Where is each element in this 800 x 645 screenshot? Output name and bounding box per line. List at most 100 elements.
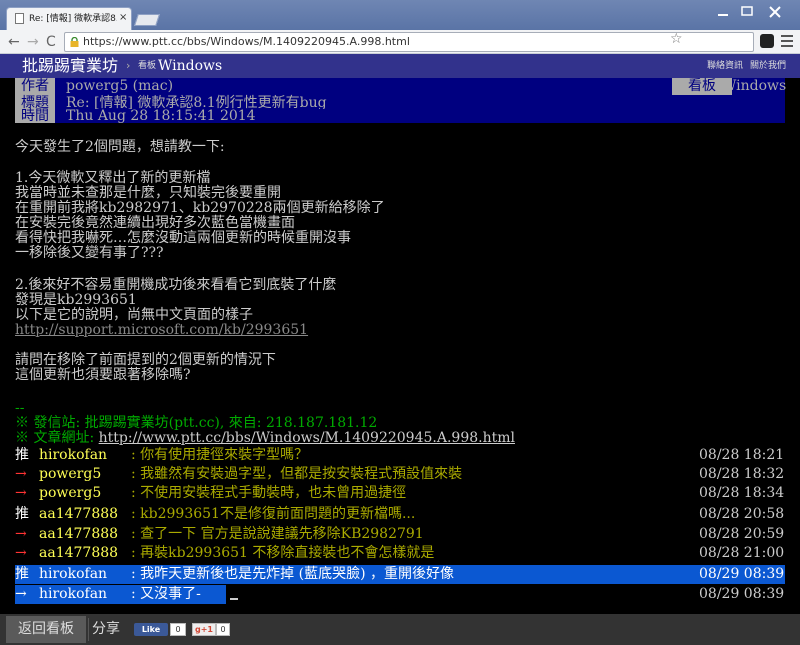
top-bar: 批踢踢實業坊 › 看板 Windows 聯絡資訊 關於我們 (0, 54, 800, 78)
push-row: → hirokofan : 又沒事了- 08/29 08:39 (15, 585, 785, 604)
push-time: 08/28 18:32 (699, 466, 785, 482)
board-tag: 看板 (138, 61, 157, 71)
extension-icon[interactable] (760, 34, 774, 48)
push-time: 08/29 08:39 (699, 586, 785, 602)
push-user: hirokofan (39, 447, 108, 463)
browser-toolbar: ← → C https://www.ptt.cc/bbs/Windows/M.1… (0, 30, 800, 54)
push-tag: → (15, 545, 27, 561)
share-label: 分享 (92, 621, 120, 637)
push-user: aa1477888 (39, 526, 119, 542)
meta-author-row: 作者 powerg5 (mac) 看板 Windows (15, 78, 787, 95)
article-line: 一移除後又變有事了??? (15, 245, 164, 261)
menu-icon[interactable] (781, 35, 793, 47)
article-url-line: ※ 文章網址: http://www.ptt.cc/bbs/Windows/M.… (15, 431, 515, 446)
author-value: powerg5 (mac) (66, 78, 174, 94)
time-label: 時間 (15, 109, 55, 123)
board-link[interactable]: Windows (158, 54, 222, 78)
board-value: Windows (722, 78, 787, 94)
article-link[interactable]: http://support.microsoft.com/kb/2993651 (15, 323, 308, 338)
article-line: 以下是它的說明，尚無中文頁面的樣子 (15, 307, 253, 323)
push-time: 08/28 20:58 (699, 506, 785, 522)
facebook-like-count: 0 (170, 623, 186, 636)
minimize-button[interactable] (712, 6, 734, 20)
close-window-button[interactable] (769, 6, 781, 18)
push-comment: : kb2993651不是修復前面問題的更新檔嗎... (131, 506, 416, 522)
time-value: Thu Aug 28 18:15:41 2014 (66, 108, 256, 124)
push-row: → powerg5 : 我雖然有安裝過字型，但都是按安裝程式預設值來裝 08/2… (15, 465, 785, 484)
lock-icon (70, 37, 79, 47)
push-user: hirokofan (39, 566, 108, 582)
article-line: 看得快把我嚇死…怎麼沒動這兩個更新的時候重開沒事 (15, 230, 351, 246)
push-user: hirokofan (39, 586, 108, 602)
push-user: aa1477888 (39, 506, 119, 522)
article-line: 請問在移除了前面提到的2個更新的情況下 (15, 352, 276, 368)
page-content: 批踢踢實業坊 › 看板 Windows 聯絡資訊 關於我們 作者 powerg5… (0, 54, 800, 645)
push-tag: → (15, 586, 27, 602)
meta-time-row: 時間 Thu Aug 28 18:15:41 2014 (15, 109, 785, 123)
window-controls (712, 6, 781, 20)
article-line: 這個更新也須要跟著移除嗎? (15, 367, 191, 383)
article-line: 在重開前我將kb2982971、kb2970228兩個更新給移除了 (15, 200, 385, 216)
article-line: 1.今天微軟又釋出了新的更新檔 (15, 170, 211, 186)
article-line: 發現是kb2993651 (15, 292, 137, 308)
tab-title: Re: [情報] 微軟承認8.1例 (29, 14, 117, 24)
push-tag: 推 (15, 447, 29, 463)
divider (88, 618, 89, 641)
article-url-prefix: ※ 文章網址: (15, 430, 99, 446)
maximize-button[interactable] (741, 6, 753, 16)
new-tab-button[interactable] (134, 14, 160, 26)
push-tag: 推 (15, 506, 29, 522)
push-row: → powerg5 : 不使用安裝程式手動裝時，也未曾用過捷徑 08/28 18… (15, 484, 785, 503)
bottom-bar: 返回看板 分享 Like 0 g+1 0 (0, 614, 800, 645)
push-comment: : 查了一下 官方是說說建議先移除KB2982791 (131, 526, 424, 542)
push-tag: 推 (15, 566, 29, 582)
push-comment: : 我雖然有安裝過字型，但都是按安裝程式預設值來裝 (131, 466, 463, 482)
article-line: 我當時並未查那是什麼，只知裝完後要重開 (15, 185, 281, 201)
forward-icon[interactable]: → (27, 34, 39, 50)
push-row: 推 aa1477888 : kb2993651不是修復前面問題的更新檔嗎... … (15, 505, 785, 524)
address-bar[interactable]: https://www.ptt.cc/bbs/Windows/M.1409220… (64, 32, 754, 52)
text-cursor (227, 585, 238, 604)
push-comment: : 我昨天更新後也是先炸掉 (藍底哭臉) ，重開後好像 (131, 566, 454, 582)
push-comment: : 再裝kb2993651 不移除直接裝也不會怎樣就是 (131, 545, 435, 561)
author-label: 作者 (15, 78, 55, 95)
push-comment: : 你有使用捷徑來裝字型嗎？ (131, 447, 309, 463)
push-time: 08/28 18:34 (699, 485, 785, 501)
about-link[interactable]: 關於我們 (750, 54, 786, 78)
push-time: 08/28 21:00 (699, 545, 785, 561)
reload-icon[interactable]: C (46, 34, 56, 50)
breadcrumb-arrow-icon: › (126, 59, 131, 72)
tab-close-icon[interactable]: × (119, 11, 127, 25)
google-plus-button[interactable]: g+1 (192, 623, 216, 636)
back-to-board-button[interactable]: 返回看板 (6, 616, 86, 643)
push-user: aa1477888 (39, 545, 119, 561)
contact-link[interactable]: 聯絡資訊 (707, 54, 743, 78)
page-icon (15, 13, 24, 24)
site-home-link[interactable]: 批踢踢實業坊 (22, 54, 118, 78)
article-url-link[interactable]: http://www.ptt.cc/bbs/Windows/M.14092209… (99, 430, 515, 446)
browser-tab[interactable]: Re: [情報] 微軟承認8.1例 × (6, 7, 132, 30)
article-line: 2.後來好不容易重開機成功後來看看它到底裝了什麼 (15, 277, 337, 293)
article-line: 在安裝完後竟然連續出現好多次藍色當機畫面 (15, 215, 295, 231)
push-row: 推 hirokofan : 你有使用捷徑來裝字型嗎？ 08/28 18:21 (15, 446, 785, 465)
back-icon[interactable]: ← (8, 34, 20, 50)
push-tag: → (15, 485, 27, 501)
signature-separator: -- (15, 400, 25, 416)
origin-line: ※ 發信站: 批踢踢實業坊(ptt.cc), 來自: 218.187.181.1… (15, 415, 378, 431)
push-row: → aa1477888 : 再裝kb2993651 不移除直接裝也不會怎樣就是 … (15, 544, 785, 563)
push-time: 08/28 18:21 (699, 447, 785, 463)
push-time: 08/28 20:59 (699, 526, 785, 542)
facebook-like-button[interactable]: Like (134, 623, 168, 636)
push-comment: : 不使用安裝程式手動裝時，也未曾用過捷徑 (131, 485, 407, 501)
push-user: powerg5 (39, 466, 102, 482)
push-row-selected: 推 hirokofan : 我昨天更新後也是先炸掉 (藍底哭臉) ，重開後好像 … (15, 565, 785, 584)
google-plus-count: 0 (216, 623, 230, 636)
bookmark-star-icon[interactable]: ☆ (670, 30, 683, 48)
push-comment: : 又沒事了- (131, 586, 201, 602)
push-tag: → (15, 466, 27, 482)
push-row: → aa1477888 : 查了一下 官方是說說建議先移除KB2982791 0… (15, 525, 785, 544)
tab-strip: Re: [情報] 微軟承認8.1例 × (0, 0, 800, 30)
push-time: 08/29 08:39 (699, 566, 785, 582)
push-user: powerg5 (39, 485, 102, 501)
article-line: 今天發生了2個問題，想請教一下: (15, 139, 225, 155)
